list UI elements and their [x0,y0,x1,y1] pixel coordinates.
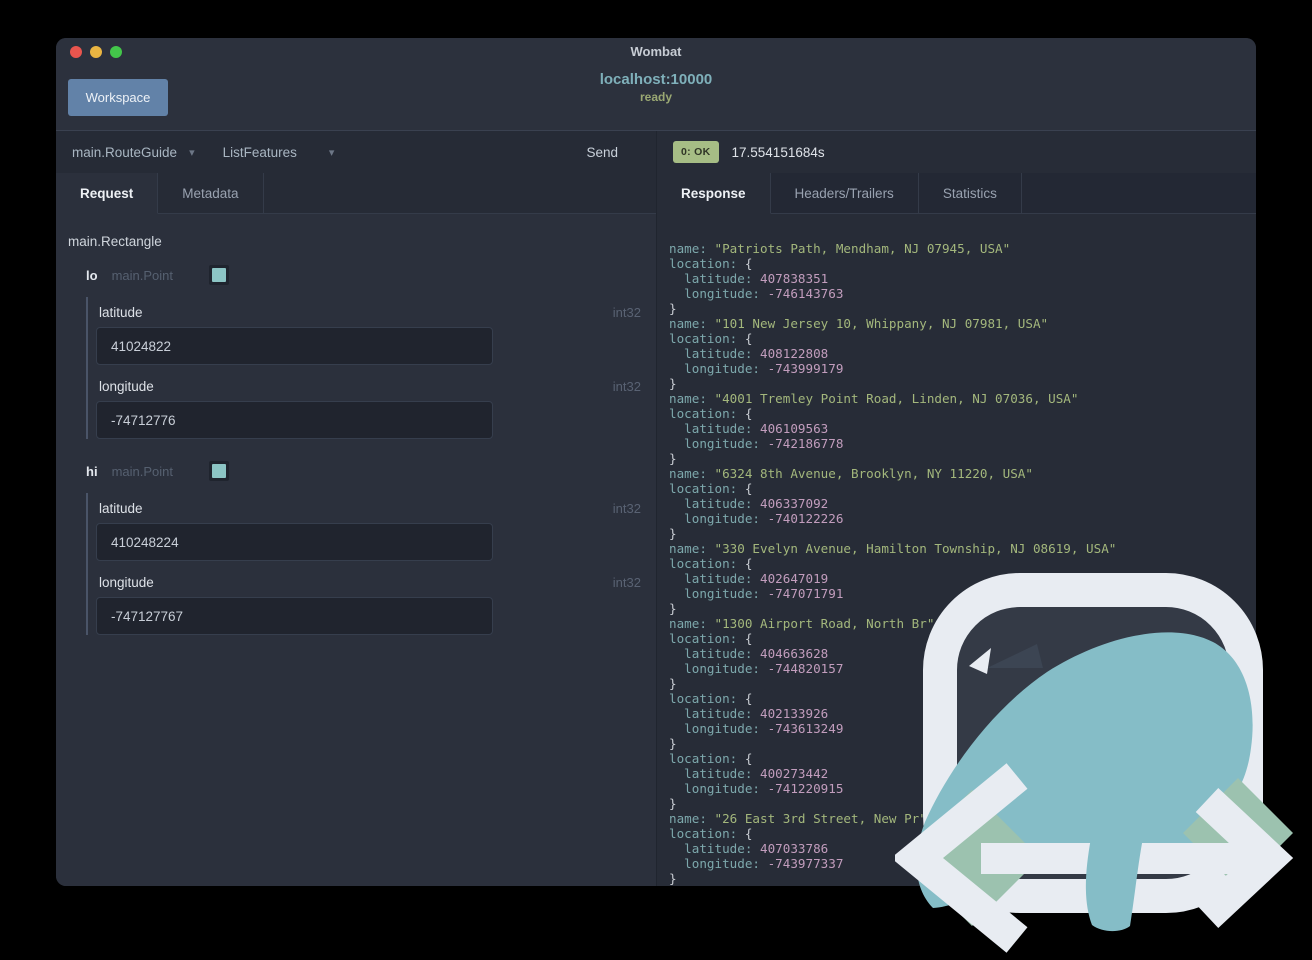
window-title: Wombat [630,44,682,59]
field-label: latitude [99,501,143,516]
chevron-down-icon: ▾ [189,146,195,159]
field-longitude: longitude int32 [96,567,644,635]
group-name: hi [86,463,98,479]
request-tabbar: Request Metadata [56,173,656,214]
field-type: int32 [612,305,641,320]
method-select[interactable]: ListFeatures ▾ [223,145,335,160]
tab-headers-trailers[interactable]: Headers/Trailers [771,173,919,213]
service-select-value: main.RouteGuide [72,144,178,160]
header: Workspace localhost:10000 ready [56,65,1256,130]
duration-label: 17.554151684s [731,144,825,160]
result-bar: 0: OK 17.554151684s [657,131,1256,173]
response-output[interactable]: name: "Patriots Path, Mendham, NJ 07945,… [657,214,1256,886]
message-type-label: main.Rectangle [68,234,162,249]
app-window: Wombat Workspace localhost:10000 ready m… [56,38,1256,886]
field-latitude: latitude int32 [96,297,644,365]
longitude-input[interactable] [96,401,493,439]
tab-statistics[interactable]: Statistics [919,173,1022,213]
response-panel: 0: OK 17.554151684s Response Headers/Tra… [656,131,1256,886]
field-type: int32 [612,575,641,590]
request-toolbar: main.RouteGuide ▾ ListFeatures ▾ Send [56,131,656,173]
field-label: longitude [99,379,154,394]
status-badge: 0: OK [673,141,719,163]
field-longitude: longitude int32 [96,371,644,439]
response-tabbar: Response Headers/Trailers Statistics [657,173,1256,214]
field-type: int32 [612,501,641,516]
server-info: localhost:10000 ready [56,71,1256,104]
field-label: longitude [99,575,154,590]
field-latitude: latitude int32 [96,493,644,561]
send-button[interactable]: Send [586,145,618,160]
request-form: main.Rectangle lo main.Point latitude in… [56,214,656,886]
field-label: latitude [99,305,143,320]
tab-metadata[interactable]: Metadata [158,173,264,213]
longitude-input[interactable] [96,597,493,635]
checkbox-toggle[interactable] [208,265,229,285]
chevron-down-icon: ▾ [328,146,335,159]
field-type: int32 [612,379,641,394]
tab-request[interactable]: Request [56,173,159,214]
request-panel: main.RouteGuide ▾ ListFeatures ▾ Send Re… [56,131,656,886]
checkbox-toggle[interactable] [208,461,229,481]
field-group-hi: hi main.Point latitude int32 410248224 l… [86,461,644,635]
server-status: ready [639,90,673,104]
method-select-value: ListFeatures [222,144,297,160]
server-address: localhost:10000 [599,71,713,88]
group-type: main.Point [111,463,173,479]
tab-response[interactable]: Response [657,173,771,214]
group-type: main.Point [111,267,173,283]
latitude-input[interactable] [96,327,493,365]
group-name: lo [86,267,98,283]
titlebar: Wombat [56,38,1256,65]
latitude-input[interactable] [96,523,493,561]
field-group-lo: lo main.Point latitude int32 41024822 lo… [86,265,644,439]
service-select[interactable]: main.RouteGuide ▾ [72,145,195,160]
